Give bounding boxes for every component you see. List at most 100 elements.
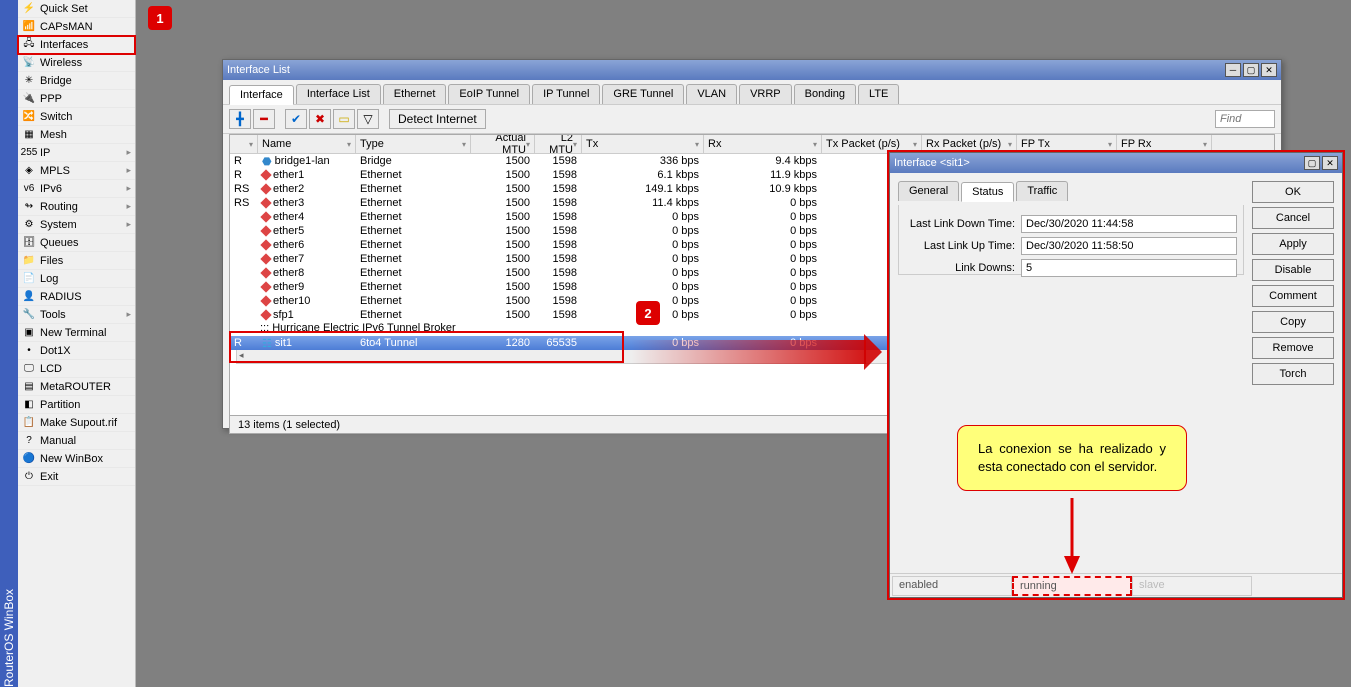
tab-bonding[interactable]: Bonding [794,84,856,104]
col-header[interactable]: L2 MTU [535,135,582,153]
dialog-maximize-button[interactable]: ▢ [1304,156,1320,170]
sidebar-label: Files [40,255,63,267]
sidebar-item-capsman[interactable]: 📶CAPsMAN [18,18,135,36]
sidebar-label: Manual [40,435,76,447]
sidebar-item-files[interactable]: 📁 Files [18,252,135,270]
sidebar-label: LCD [40,363,62,375]
col-header[interactable]: Name [258,135,356,153]
sidebar-item-dot1x[interactable]: •Dot1X [18,342,135,360]
sidebar-item-mesh[interactable]: ▦Mesh [18,126,135,144]
sidebar-item-queues[interactable]: 🗄Queues [18,234,135,252]
sidebar-icon: ⚙ [22,218,36,232]
detect-internet-button[interactable]: Detect Internet [389,109,486,129]
minimize-button[interactable]: ─ [1225,63,1241,77]
sidebar-item-ppp[interactable]: 🔌PPP [18,90,135,108]
sidebar-item-manual[interactable]: ?Manual [18,432,135,450]
sidebar-item-new-terminal[interactable]: ▣New Terminal [18,324,135,342]
apply-button[interactable]: Apply [1252,233,1334,255]
remove-button[interactable]: Remove [1252,337,1334,359]
col-header[interactable]: Rx [704,135,822,153]
cancel-button[interactable]: Cancel [1252,207,1334,229]
sidebar-label: System [40,219,77,231]
sidebar-item-metarouter[interactable]: ▤MetaROUTER [18,378,135,396]
col-header[interactable] [230,135,258,153]
dialog-close-button[interactable]: ✕ [1322,156,1338,170]
sidebar-item-ip[interactable]: 255IP▸ [18,144,135,162]
tab-gre-tunnel[interactable]: GRE Tunnel [602,84,684,104]
tab-vrrp[interactable]: VRRP [739,84,792,104]
sidebar-item-bridge[interactable]: ✳Bridge [18,72,135,90]
sidebar-item-switch[interactable]: 🔀Switch [18,108,135,126]
tab-ip-tunnel[interactable]: IP Tunnel [532,84,600,104]
sidebar-icon: 📋 [22,416,36,430]
sidebar-item-partition[interactable]: ◧Partition [18,396,135,414]
sidebar-label: Exit [40,471,58,483]
sidebar-item-tools[interactable]: 🔧Tools▸ [18,306,135,324]
sidebar-label: Switch [40,111,72,123]
dialog-tab-traffic[interactable]: Traffic [1016,181,1068,201]
interface-tabs: InterfaceInterface ListEthernetEoIP Tunn… [223,80,1281,104]
sidebar-label: MetaROUTER [40,381,111,393]
disable-button[interactable]: Disable [1252,259,1334,281]
sidebar-item-interfaces[interactable]: 🖧Interfaces [18,36,135,54]
tab-ethernet[interactable]: Ethernet [383,84,447,104]
tab-interface[interactable]: Interface [229,85,294,105]
close-button[interactable]: ✕ [1261,63,1277,77]
col-header[interactable]: Actual MTU [471,135,535,153]
remove-button[interactable]: ━ [253,109,275,129]
tab-eoip-tunnel[interactable]: EoIP Tunnel [448,84,530,104]
sidebar-label: Tools [40,309,66,321]
toolbar: ╋ ━ ✔ ✖ ▭ ▽ Detect Internet [223,104,1281,134]
dialog-titlebar[interactable]: Interface <sit1> ▢ ✕ [890,153,1342,173]
dialog-tab-status[interactable]: Status [961,182,1014,202]
comment-button[interactable]: ▭ [333,109,355,129]
sidebar-item-log[interactable]: 📄Log [18,270,135,288]
sidebar-icon: 👤 [22,290,36,304]
interface-detail-dialog: Interface <sit1> ▢ ✕ GeneralStatusTraffi… [889,152,1343,598]
maximize-button[interactable]: ▢ [1243,63,1259,77]
disable-button[interactable]: ✖ [309,109,331,129]
tab-interface-list[interactable]: Interface List [296,84,381,104]
status-running: running [1012,576,1132,596]
sidebar-label: Routing [40,201,78,213]
sidebar-icon: ▦ [22,128,36,142]
tab-vlan[interactable]: VLAN [686,84,737,104]
status-slave: slave [1132,576,1252,596]
col-header[interactable]: Type [356,135,471,153]
col-header[interactable]: Tx [582,135,704,153]
sidebar-item-routing[interactable]: ↬Routing▸ [18,198,135,216]
enable-button[interactable]: ✔ [285,109,307,129]
submenu-arrow-icon: ▸ [126,309,131,320]
submenu-arrow-icon: ▸ [126,165,131,176]
sidebar-item-wireless[interactable]: 📡Wireless [18,54,135,72]
find-input[interactable] [1215,110,1275,128]
sidebar-item-ipv6[interactable]: v6IPv6▸ [18,180,135,198]
sidebar-item-quick-set[interactable]: ⚡Quick Set [18,0,135,18]
dialog-title: Interface <sit1> [894,157,1302,169]
add-button[interactable]: ╋ [229,109,251,129]
sidebar-item-system[interactable]: ⚙System▸ [18,216,135,234]
ok-button[interactable]: OK [1252,181,1334,203]
callout-arrow-icon [1060,498,1090,578]
sidebar-item-make-supout.rif[interactable]: 📋Make Supout.rif [18,414,135,432]
comment-button[interactable]: Comment [1252,285,1334,307]
sidebar-label: Partition [40,399,80,411]
copy-button[interactable]: Copy [1252,311,1334,333]
sidebar-item-mpls[interactable]: ◈MPLS▸ [18,162,135,180]
window-title: Interface List [227,64,1223,76]
interface-detail-dialog-outline: Interface <sit1> ▢ ✕ GeneralStatusTraffi… [887,150,1345,600]
sidebar-icon: 📁 [22,254,36,268]
sidebar-item-lcd[interactable]: 🖵 LCD [18,360,135,378]
sidebar-item-new-winbox[interactable]: 🔵New WinBox [18,450,135,468]
titlebar[interactable]: Interface List ─ ▢ ✕ [223,60,1281,80]
sidebar-item-exit[interactable]: ⏻ Exit [18,468,135,486]
sidebar-icon: 🖵 [22,362,36,376]
filter-button[interactable]: ▽ [357,109,379,129]
tab-lte[interactable]: LTE [858,84,899,104]
sidebar-label: Dot1X [40,345,71,357]
sidebar-icon: ⏻ [22,470,36,484]
dialog-tab-general[interactable]: General [898,181,959,201]
torch-button[interactable]: Torch [1252,363,1334,385]
last-up-value [1021,237,1237,255]
sidebar-item-radius[interactable]: 👤RADIUS [18,288,135,306]
